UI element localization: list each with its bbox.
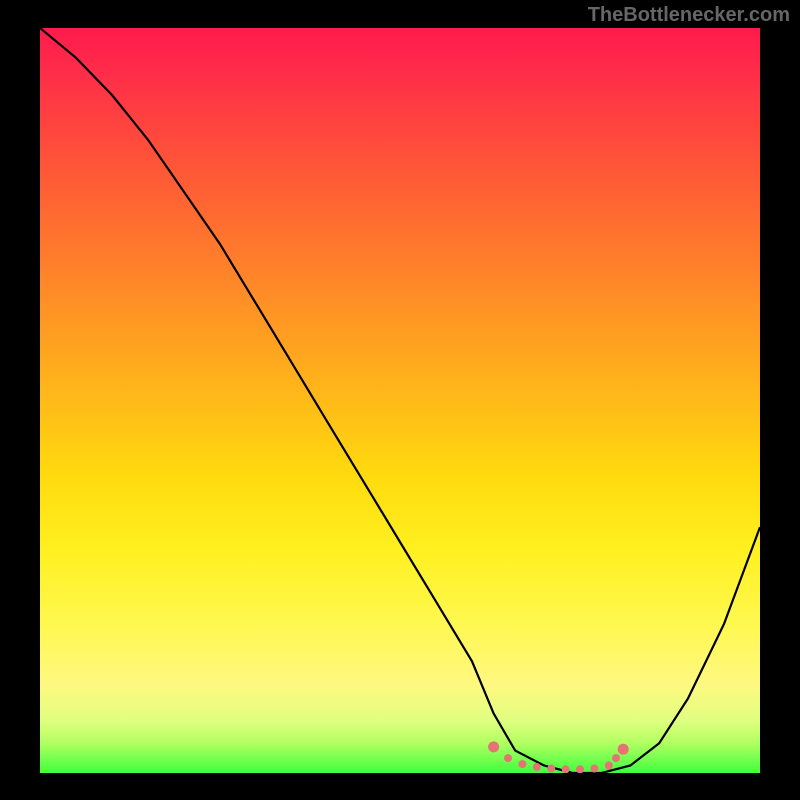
- highlight-dot: [518, 760, 526, 768]
- highlight-dot: [562, 765, 570, 773]
- chart-container: TheBottlenecker.com: [0, 0, 800, 800]
- curve-overlay: [40, 28, 760, 773]
- highlight-dot: [590, 765, 598, 773]
- attribution-text: TheBottlenecker.com: [588, 4, 790, 27]
- highlight-dot: [504, 754, 512, 762]
- highlight-dot: [547, 765, 555, 773]
- highlight-dot: [618, 744, 629, 755]
- plot-area: [40, 28, 760, 773]
- highlight-dot: [533, 763, 541, 771]
- highlight-dot: [612, 754, 620, 762]
- highlight-dot: [576, 765, 584, 773]
- highlight-dot: [488, 741, 499, 752]
- bottleneck-curve: [40, 28, 760, 773]
- highlight-dot: [605, 762, 613, 770]
